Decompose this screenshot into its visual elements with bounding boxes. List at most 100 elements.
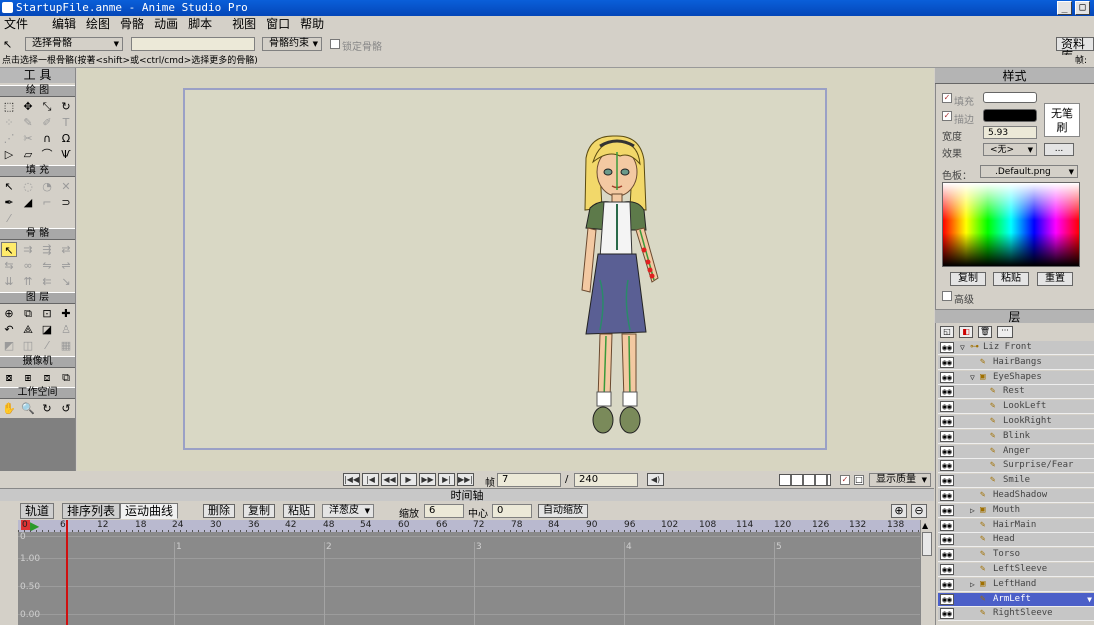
layer-row[interactable]: ◉◉ ✎ Anger — [938, 445, 1094, 459]
playhead[interactable] — [66, 520, 68, 625]
bone-strength-icon[interactable]: ⇆ — [1, 258, 17, 273]
delete-shape-icon[interactable]: ✕ — [58, 179, 74, 194]
bone-name-field[interactable] — [131, 37, 255, 51]
scale-points-icon[interactable]: ⤡ — [39, 99, 55, 114]
effect-dropdown[interactable]: <无> — [983, 143, 1037, 156]
offset-bone-icon[interactable]: ⇊ — [1, 274, 17, 289]
expand-toggle-icon[interactable]: ▷ — [970, 578, 975, 591]
switch-layer-icon[interactable]: ♙ — [58, 322, 74, 337]
lock-bone-checkbox[interactable] — [330, 39, 340, 49]
center-field[interactable]: 0 — [492, 504, 532, 518]
translate-layer-icon[interactable]: ⧉ — [20, 306, 36, 321]
roll-camera-icon[interactable]: ⧈ — [39, 370, 55, 385]
style-copy-button[interactable]: 复制 — [950, 272, 986, 286]
menu-draw[interactable]: 绘图 — [82, 16, 116, 33]
eye-icon[interactable]: ◉◉ — [940, 357, 954, 368]
reparent-bone-icon[interactable]: ⇄ — [58, 242, 74, 257]
rotate-layer-z-icon[interactable]: ✚ — [58, 306, 74, 321]
tab-sequencer[interactable]: 排序列表 — [62, 503, 121, 519]
quality-checkbox[interactable]: ✓ — [840, 475, 850, 485]
bone-lock-icon[interactable]: ⇇ — [39, 274, 55, 289]
layer-row[interactable]: ◉◉ ✎ HeadShadow — [938, 489, 1094, 503]
advanced-checkbox[interactable] — [942, 291, 952, 301]
eye-icon[interactable]: ◉◉ — [940, 564, 954, 575]
translate-bone-icon[interactable]: ⇉ — [20, 242, 36, 257]
scroll-thumb[interactable] — [922, 532, 932, 556]
color-picker[interactable] — [942, 182, 1080, 267]
layer-options-icon[interactable]: ··· — [997, 326, 1013, 338]
layer-row[interactable]: ◉◉ ▽ ⊶ Liz Front — [938, 341, 1094, 355]
eye-icon[interactable]: ◉◉ — [940, 534, 954, 545]
layer-row[interactable]: ◉◉ ✎ LeftSleeve — [938, 563, 1094, 577]
bone-physics-icon[interactable]: ⇈ — [20, 274, 36, 289]
delete-edge-icon[interactable]: ✂ — [20, 131, 36, 146]
frame-border-checkbox[interactable]: □ — [854, 475, 864, 485]
add-point-icon[interactable]: ⁘ — [1, 115, 17, 130]
layer-row[interactable]: ◉◉ ▷ ▣ Mouth — [938, 504, 1094, 518]
delete-button[interactable]: 删除 — [203, 504, 235, 518]
next-keyframe-button[interactable]: ▶| — [438, 473, 455, 486]
copy-button[interactable]: 复制 — [243, 504, 275, 518]
eye-icon[interactable]: ◉◉ — [940, 520, 954, 531]
layer-row[interactable]: ◉◉ ✎ RightSleeve — [938, 607, 1094, 621]
menu-window[interactable]: 窗口 — [262, 16, 296, 33]
line-width-icon[interactable]: ◢ — [20, 195, 36, 210]
menu-edit[interactable]: 编辑 — [48, 16, 82, 33]
flip-layer-icon[interactable]: ◪ — [39, 322, 55, 337]
shear-layer-icon[interactable]: ⟁ — [20, 322, 36, 337]
menu-file[interactable]: 文件 — [0, 16, 34, 33]
layer-row[interactable]: ◉◉ ✎ Blink — [938, 430, 1094, 444]
rotate-workspace-icon[interactable]: ↻ — [39, 401, 55, 416]
add-bone-icon[interactable]: ⇶ — [39, 242, 55, 257]
eye-icon[interactable]: ◉◉ — [940, 505, 954, 516]
bind-layer-icon[interactable]: ⇋ — [39, 258, 55, 273]
create-shape-icon[interactable]: ◌ — [20, 179, 36, 194]
menu-scripts[interactable]: 脚本 — [184, 16, 218, 33]
eye-icon[interactable]: ◉◉ — [940, 460, 954, 471]
expand-toggle-icon[interactable]: ▷ — [970, 504, 975, 517]
curve-profile-icon[interactable]: Ω — [58, 131, 74, 146]
paste-button[interactable]: 粘贴 — [283, 504, 315, 518]
orbit-workspace-icon[interactable]: ↺ — [58, 401, 74, 416]
scale-layer-icon[interactable]: ⊡ — [39, 306, 55, 321]
rewind-button[interactable]: |◀◀ — [343, 473, 360, 486]
layer-line-icon[interactable]: ⁄ — [39, 338, 55, 353]
swatches-dropdown[interactable]: .Default.png — [980, 165, 1078, 178]
zoom-in-icon[interactable]: ⊕ — [891, 504, 907, 518]
layer-grid-icon[interactable]: ▦ — [58, 338, 74, 353]
current-frame-field[interactable]: 7 — [497, 473, 561, 487]
rotate-layer-xy-icon[interactable]: ↶ — [1, 322, 17, 337]
set-origin-icon[interactable]: ⊕ — [1, 306, 17, 321]
duplicate-layer-icon[interactable]: ◧ — [959, 326, 973, 338]
onion-skin-dropdown[interactable]: 洋葱皮 — [322, 504, 374, 518]
eye-icon[interactable]: ◉◉ — [940, 342, 954, 353]
layer-row[interactable]: ◉◉ ✎ Smile — [938, 474, 1094, 488]
layer-row[interactable]: ◉◉ ▽ ▣ EyeShapes — [938, 371, 1094, 385]
menu-animation[interactable]: 动画 — [150, 16, 184, 33]
motion-graph[interactable]: 0 1.00 0.50 0.00 1 2 3 4 5 — [18, 532, 920, 625]
eye-icon[interactable]: ◉◉ — [940, 446, 954, 457]
paint-bucket-icon[interactable]: ◔ — [39, 179, 55, 194]
pan-tilt-camera-icon[interactable]: ⧉ — [58, 370, 74, 385]
layer-row[interactable]: ◉◉ ▷ ▣ LeftHand — [938, 578, 1094, 592]
style-reset-button[interactable]: 重置 — [1037, 272, 1073, 286]
hide-edge-icon[interactable]: ⌐ — [39, 195, 55, 210]
expand-toggle-icon[interactable]: ▽ — [960, 341, 965, 354]
tab-channels[interactable]: 轨道 — [20, 503, 55, 519]
style-paste-button[interactable]: 粘贴 — [993, 272, 1029, 286]
minimize-button[interactable]: _ — [1057, 1, 1072, 15]
step-forward-button[interactable]: ▶▶ — [419, 473, 436, 486]
display-quality-dropdown[interactable]: 显示质量 — [869, 473, 931, 487]
maximize-button[interactable]: □ — [1075, 1, 1090, 15]
expand-toggle-icon[interactable]: ▽ — [970, 371, 975, 384]
text-icon[interactable]: T — [58, 115, 74, 130]
layer-row[interactable]: ◉◉ ✎ Torso — [938, 548, 1094, 562]
timeline-ruler[interactable]: ▶ 0 6 12 18 24 30 36 42 48 54 60 66 72 78 84 90 96 102 108… — [18, 519, 920, 533]
tab-motion-graph[interactable]: 运动曲线 — [120, 503, 179, 519]
zoom-camera-icon[interactable]: ⧆ — [20, 370, 36, 385]
total-frames-field[interactable]: 240 — [574, 473, 638, 487]
magnet-icon[interactable]: ⋰ — [1, 131, 17, 146]
eye-icon[interactable]: ◉◉ — [940, 401, 954, 412]
translate-points-icon[interactable]: ✥ — [20, 99, 36, 114]
step-back-button[interactable]: ◀◀ — [381, 473, 398, 486]
